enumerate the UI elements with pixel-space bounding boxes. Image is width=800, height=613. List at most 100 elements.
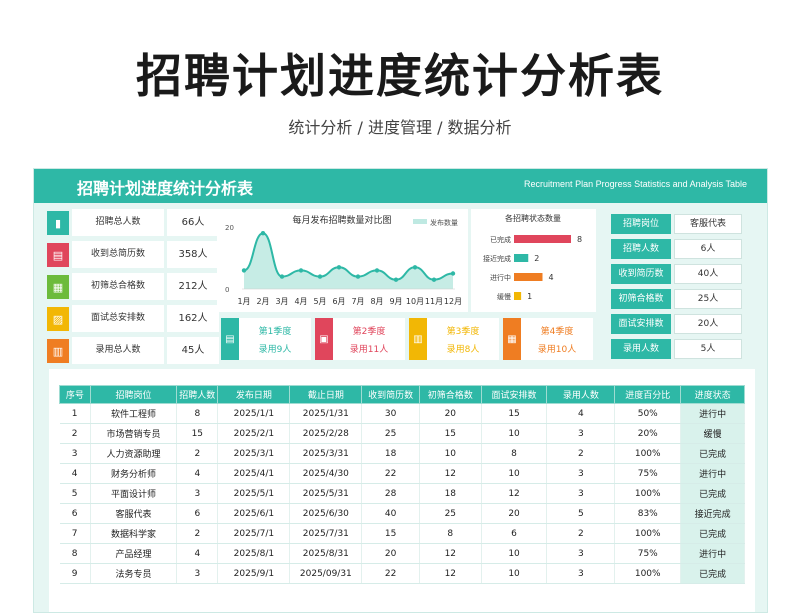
table-cell: 12 [419,543,482,564]
detail-value[interactable]: 6人 [674,239,742,259]
data-point [241,268,247,273]
table-cell: 产品经理 [90,543,178,564]
table-cell: 20 [361,543,420,564]
legend-swatch [413,219,427,224]
table-row[interactable]: 7 数据科学家 2 2025/7/1 2025/7/31 15 8 6 2 100% 已完成 [59,523,745,544]
quarter-icon: ▤ [221,318,239,360]
table-row[interactable]: 1 软件工程师 8 2025/1/1 2025/1/31 30 20 15 4 50% 进行中 [59,403,745,424]
table-cell: 100% [614,483,682,504]
stat-icon: ▦ [47,275,69,299]
quarter-value: 录用9人 [258,345,292,355]
bar-value-label: 1 [527,292,532,301]
quarter-value: 录用11人 [349,345,389,355]
table-cell: 2 [546,443,616,464]
chart-title: 各招聘状态数量 [505,213,561,223]
detail-value[interactable]: 40人 [674,264,742,284]
table-cell: 2025/3/1 [217,443,291,464]
table-cell: 28 [361,483,420,504]
table-cell: 2 [59,423,91,444]
table-row[interactable]: 2 市场营销专员 15 2025/2/1 2025/2/28 25 15 10 3 20% 缓慢 [59,423,745,444]
table-cell: 2025/09/31 [289,563,363,584]
table-cell: 12 [481,483,548,504]
data-point [431,277,437,282]
summary-value: 45人 [167,337,219,364]
x-tick-label: 10月 [406,297,424,306]
table-row[interactable]: 5 平面设计师 3 2025/5/1 2025/5/31 28 18 12 3 100% 已完成 [59,483,745,504]
detail-value[interactable]: 客服代表 [674,214,742,234]
detail-label: 招聘岗位 [611,214,671,234]
table-cell: 8 [419,523,482,544]
table-cell: 进行中 [680,403,745,424]
x-tick-label: 11月 [425,297,443,306]
table-row[interactable]: 3 人力资源助理 2 2025/3/1 2025/3/31 18 10 8 2 100% 已完成 [59,443,745,464]
summary-label: 录用总人数 [72,337,164,364]
x-tick-label: 2月 [256,297,269,306]
summary-value: 66人 [167,209,219,236]
column-header: 进度百分比 [614,385,682,404]
data-point [393,277,399,282]
status-bar [514,273,543,281]
data-point [374,268,380,273]
table-row[interactable]: 8 产品经理 4 2025/8/1 2025/8/31 20 12 10 3 75% 进行中 [59,543,745,564]
table-cell: 市场营销专员 [90,423,178,444]
table-row[interactable]: 6 客服代表 6 2025/6/1 2025/6/30 40 25 20 5 83% 接近完成 [59,503,745,524]
table-cell: 2025/5/31 [289,483,363,504]
table-cell: 25 [419,503,482,524]
data-point [298,268,304,273]
table-cell: 数据科学家 [90,523,178,544]
summary-value: 162人 [167,305,219,332]
table-panel: 序号 招聘岗位 招聘人数 发布日期 截止日期 收到简历数 初筛合格数 面试安排数 录用人数 进度百… [49,369,755,612]
table-cell: 7 [59,523,91,544]
column-header: 截止日期 [289,385,363,404]
table-cell: 已完成 [680,523,745,544]
table-cell: 2025/6/1 [217,503,291,524]
data-point [355,274,361,279]
table-cell: 2025/9/1 [217,563,291,584]
quarter-name: 第3季度 [446,327,480,337]
table-row[interactable]: 9 法务专员 3 2025/9/1 2025/09/31 22 12 10 3 100% 已完成 [59,563,745,584]
table-cell: 2025/1/1 [217,403,291,424]
table-cell: 3 [546,563,616,584]
table-cell: 18 [419,483,482,504]
table-cell: 2025/1/31 [289,403,363,424]
table-cell: 22 [361,563,420,584]
bar-value-label: 2 [534,254,539,263]
table-cell: 2025/2/1 [217,423,291,444]
table-cell: 5 [546,503,616,524]
table-cell: 8 [481,443,548,464]
detail-value[interactable]: 5人 [674,339,742,359]
detail-value[interactable]: 25人 [674,289,742,309]
banner-title: 招聘计划进度统计分析表 [77,179,254,198]
table-body: 1 软件工程师 8 2025/1/1 2025/1/31 30 20 15 4 50% 进行中 2 市场… [59,403,745,584]
table-cell: 50% [614,403,682,424]
table-cell: 10 [481,563,548,584]
table-cell: 2025/6/30 [289,503,363,524]
quarter-icon: ▥ [409,318,427,360]
quarter-name: 第4季度 [540,327,574,337]
summary-label: 面试总安排数 [72,305,164,332]
data-point [279,274,285,279]
quarter-card: ▤ 第1季度 录用9人 [221,318,311,360]
status-bar [514,292,522,300]
table-cell: 9 [59,563,91,584]
x-tick-label: 4月 [294,297,307,306]
page-title: 招聘计划进度统计分析表 [136,49,664,103]
table-row[interactable]: 4 财务分析师 4 2025/4/1 2025/4/30 22 12 10 3 75% 进行中 [59,463,745,484]
detail-value[interactable]: 20人 [674,314,742,334]
stat-icon: ▨ [47,307,69,331]
table-cell: 接近完成 [680,503,745,524]
table-cell: 已完成 [680,563,745,584]
table-cell: 3 [546,483,616,504]
bar-value-label: 8 [577,235,582,244]
table-cell: 12 [419,563,482,584]
table-cell: 软件工程师 [90,403,178,424]
table-cell: 2 [546,523,616,544]
data-point [450,271,456,276]
summary-value: 358人 [167,241,219,268]
table-cell: 15 [481,403,548,424]
table-cell: 2025/3/31 [289,443,363,464]
table-cell: 6 [176,503,219,524]
quarter-icon: ▣ [315,318,333,360]
table-cell: 4 [59,463,91,484]
table-cell: 3 [176,483,219,504]
